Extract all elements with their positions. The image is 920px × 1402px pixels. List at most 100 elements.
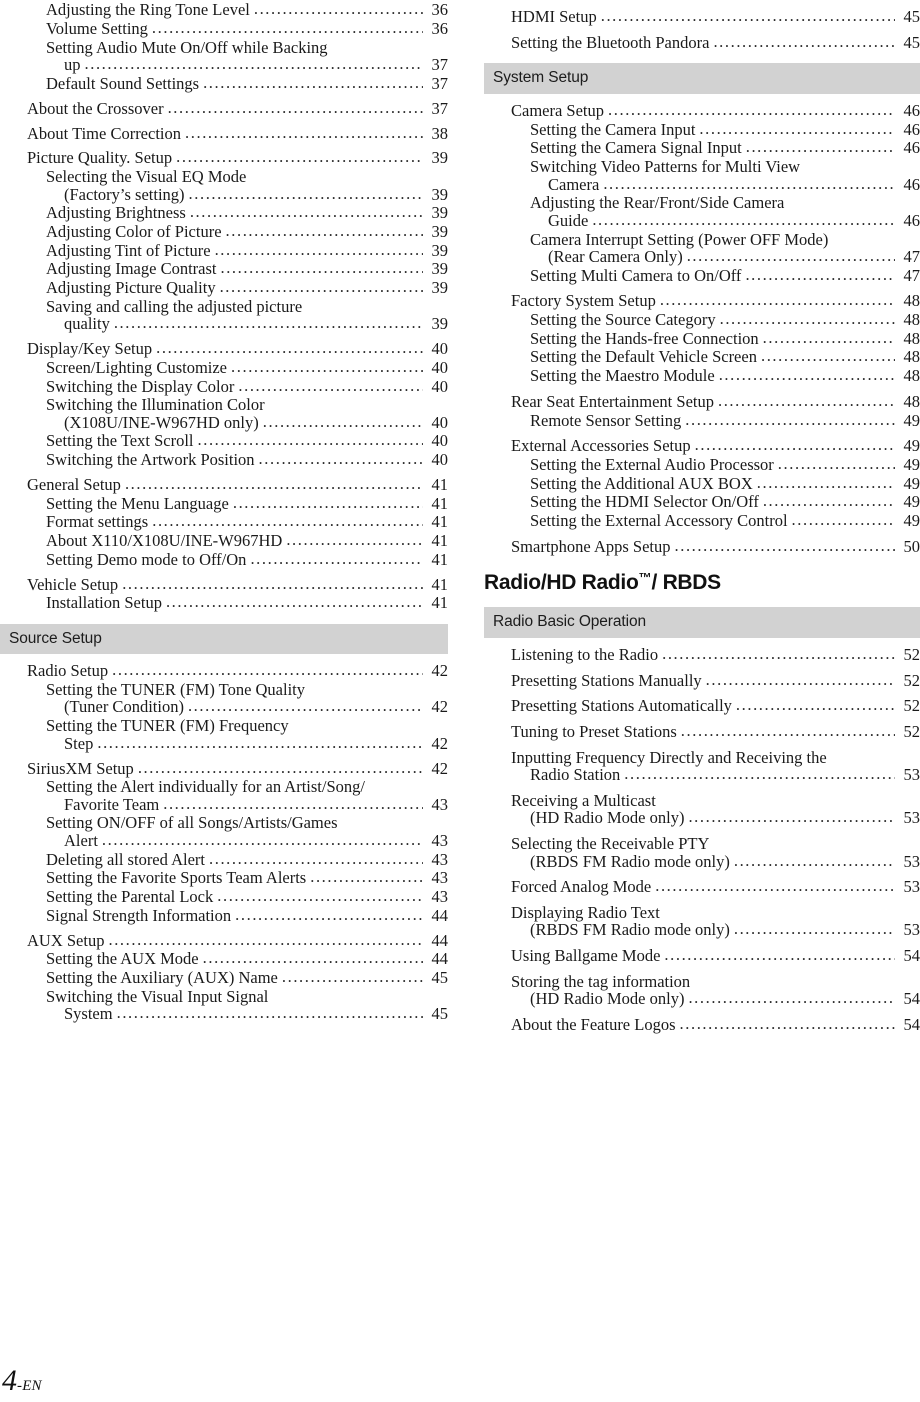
- toc-entry[interactable]: Setting the Camera Input................…: [484, 121, 920, 139]
- toc-entry[interactable]: (HD Radio Mode only)....................…: [484, 990, 920, 1008]
- toc-entry[interactable]: Setting Audio Mute On/Off while Backing.…: [0, 39, 448, 57]
- toc-entry[interactable]: Adjusting Brightness....................…: [0, 204, 448, 222]
- toc-entry[interactable]: Guide...................................…: [484, 212, 920, 230]
- toc-entry[interactable]: Forced Analog Mode......................…: [484, 877, 920, 897]
- toc-entry[interactable]: Camera Interrupt Setting (Power OFF Mode…: [484, 231, 920, 249]
- toc-entry[interactable]: Favorite Team...........................…: [0, 796, 448, 814]
- toc-entry[interactable]: Vehicle Setup...........................…: [0, 576, 448, 594]
- toc-entry[interactable]: System..................................…: [0, 1005, 448, 1023]
- toc-entry[interactable]: Setting the External Audio Processor....…: [484, 456, 920, 474]
- toc-entry[interactable]: Adjusting Image Contrast................…: [0, 260, 448, 278]
- toc-entry[interactable]: Adjusting Tint of Picture...............…: [0, 242, 448, 260]
- toc-entry[interactable]: External Accessories Setup..............…: [484, 437, 920, 455]
- toc-entry[interactable]: Receiving a Multicast...................…: [484, 792, 920, 810]
- toc-entry[interactable]: Radio Setup.............................…: [0, 662, 448, 680]
- toc-page-number: 43: [431, 849, 449, 869]
- toc-entry[interactable]: Picture Quality. Setup..................…: [0, 149, 448, 167]
- toc-entry[interactable]: (RBDS FM Radio mode only)...............…: [484, 853, 920, 871]
- toc-entry[interactable]: Rear Seat Entertainment Setup...........…: [484, 393, 920, 411]
- toc-entry[interactable]: Setting Demo mode to Off/On.............…: [0, 551, 448, 569]
- toc-entry[interactable]: Setting the Auxiliary (AUX) Name........…: [0, 969, 448, 987]
- toc-entry[interactable]: Setting Multi Camera to On/Off..........…: [484, 267, 920, 285]
- toc-entry[interactable]: Setting ON/OFF of all Songs/Artists/Game…: [0, 815, 448, 832]
- toc-entry[interactable]: Storing the tag information.............…: [484, 973, 920, 991]
- toc-entry[interactable]: Setting the Bluetooth Pandora...........…: [484, 34, 920, 52]
- toc-entry[interactable]: Setting the Maestro Module..............…: [484, 367, 920, 385]
- toc-entry[interactable]: Presetting Stations Manually............…: [484, 672, 920, 690]
- toc-entry[interactable]: up......................................…: [0, 55, 449, 75]
- toc-entry[interactable]: Deleting all stored Alert...............…: [0, 849, 449, 869]
- toc-entry[interactable]: (Factory’s setting).....................…: [0, 185, 448, 204]
- toc-entry[interactable]: Setting the AUX Mode....................…: [0, 950, 448, 968]
- toc-entry[interactable]: Setting the Additional AUX BOX..........…: [484, 475, 920, 493]
- toc-entry[interactable]: (Tuner Condition).......................…: [0, 698, 448, 716]
- toc-entry[interactable]: Alert...................................…: [0, 832, 448, 850]
- toc-entry[interactable]: Radio Station...........................…: [484, 766, 920, 784]
- toc-leader-dots: ........................................…: [688, 990, 895, 1007]
- toc-entry[interactable]: Setting the HDMI Selector On/Off........…: [484, 493, 920, 511]
- toc-entry[interactable]: quality.................................…: [0, 315, 448, 333]
- toc-entry[interactable]: SiriusXM Setup..........................…: [0, 760, 448, 778]
- toc-entry[interactable]: Setting the TUNER (FM) Tone Quality.....…: [0, 681, 448, 699]
- toc-page-number: 53: [903, 877, 920, 897]
- toc-entry[interactable]: Switching the Display Color.............…: [0, 378, 448, 396]
- toc-entry[interactable]: Display/Key Setup.......................…: [0, 340, 448, 358]
- toc-entry[interactable]: Setting the Default Vehicle Screen......…: [484, 348, 920, 366]
- toc-entry[interactable]: Switching the Visual Input Signal.......…: [0, 988, 448, 1006]
- toc-entry-title: Setting the TUNER (FM) Frequency: [46, 716, 289, 736]
- toc-leader-dots: ........................................…: [188, 185, 423, 203]
- toc-entry[interactable]: About the Feature Logos.................…: [484, 1016, 920, 1034]
- toc-entry[interactable]: Adjusting Picture Quality...............…: [0, 279, 448, 297]
- toc-entry[interactable]: About the Crossover.....................…: [0, 100, 448, 118]
- toc-entry[interactable]: Listening to the Radio..................…: [484, 646, 920, 664]
- toc-leader-dots: ........................................…: [608, 102, 895, 119]
- toc-entry[interactable]: Adjusting Color of Picture..............…: [0, 223, 448, 241]
- toc-entry[interactable]: Using Ballgame Mode.....................…: [484, 947, 920, 965]
- toc-entry[interactable]: Signal Strength Information.............…: [0, 907, 448, 925]
- toc-entry[interactable]: Switching Video Patterns for Multi View.…: [484, 159, 920, 176]
- toc-entry[interactable]: Screen/Lighting Customize...............…: [0, 359, 448, 377]
- toc-entry[interactable]: Setting the TUNER (FM) Frequency........…: [0, 718, 448, 735]
- toc-entry[interactable]: Tuning to Preset Stations...............…: [484, 723, 920, 741]
- toc-entry[interactable]: (Rear Camera Only)......................…: [484, 248, 920, 266]
- toc-entry[interactable]: (X108U/INE-W967HD only).................…: [0, 414, 448, 432]
- toc-entry[interactable]: Setting the Alert individually for an Ar…: [0, 779, 448, 796]
- toc-entry[interactable]: (HD Radio Mode only)....................…: [484, 809, 920, 827]
- toc-entry[interactable]: Factory System Setup....................…: [484, 292, 920, 310]
- toc-entry[interactable]: Installation Setup......................…: [0, 594, 448, 612]
- toc-entry[interactable]: Setting the Text Scroll.................…: [0, 432, 448, 450]
- toc-entry[interactable]: (RBDS FM Radio mode only)...............…: [484, 921, 920, 939]
- toc-entry[interactable]: Volume Setting..........................…: [0, 20, 448, 38]
- toc-entry[interactable]: Step....................................…: [0, 735, 448, 753]
- toc-entry[interactable]: Format settings.........................…: [0, 513, 448, 531]
- toc-entry[interactable]: Switching the Artwork Position..........…: [0, 451, 448, 469]
- toc-entry[interactable]: Setting the External Accessory Control..…: [484, 512, 920, 530]
- toc-entry[interactable]: Inputting Frequency Directly and Receivi…: [484, 749, 920, 767]
- toc-entry[interactable]: Camera Setup............................…: [484, 102, 920, 120]
- toc-entry[interactable]: Setting the Source Category.............…: [484, 310, 920, 330]
- toc-entry[interactable]: HDMI Setup..............................…: [484, 8, 920, 26]
- toc-entry[interactable]: Adjusting the Rear/Front/Side Camera....…: [484, 195, 920, 212]
- toc-entry[interactable]: Smartphone Apps Setup...................…: [484, 538, 920, 556]
- toc-entry[interactable]: Setting the Parental Lock...............…: [0, 888, 448, 906]
- toc-page-number: 37: [431, 55, 449, 75]
- toc-entry[interactable]: Default Sound Settings..................…: [0, 75, 448, 93]
- toc-entry[interactable]: Adjusting the Ring Tone Level...........…: [0, 1, 448, 19]
- toc-entry[interactable]: Setting the Favorite Sports Team Alerts.…: [0, 869, 448, 887]
- toc-entry[interactable]: Switching the Illumination Color........…: [0, 397, 448, 414]
- toc-entry[interactable]: Setting the Hands-free Connection.......…: [484, 330, 920, 348]
- toc-entry[interactable]: Presetting Stations Automatically.......…: [484, 697, 920, 715]
- toc-entry[interactable]: About X110/X108U/INE-W967HD.............…: [0, 532, 448, 550]
- toc-entry[interactable]: Selecting the Visual EQ Mode............…: [0, 169, 448, 186]
- toc-entry[interactable]: About Time Correction...................…: [0, 125, 448, 143]
- toc-page-number: 48: [903, 310, 920, 330]
- toc-entry[interactable]: General Setup...........................…: [0, 476, 448, 494]
- toc-entry[interactable]: Selecting the Receivable PTY............…: [484, 836, 920, 853]
- toc-entry[interactable]: Remote Sensor Setting...................…: [484, 412, 920, 430]
- toc-entry[interactable]: Setting the Camera Signal Input.........…: [484, 139, 920, 157]
- toc-entry[interactable]: Setting the Menu Language...............…: [0, 495, 448, 513]
- toc-entry[interactable]: Displaying Radio Text...................…: [484, 904, 920, 922]
- toc-entry[interactable]: Saving and calling the adjusted picture.…: [0, 298, 448, 316]
- toc-entry[interactable]: Camera..................................…: [484, 176, 920, 194]
- toc-entry[interactable]: AUX Setup...............................…: [0, 932, 448, 950]
